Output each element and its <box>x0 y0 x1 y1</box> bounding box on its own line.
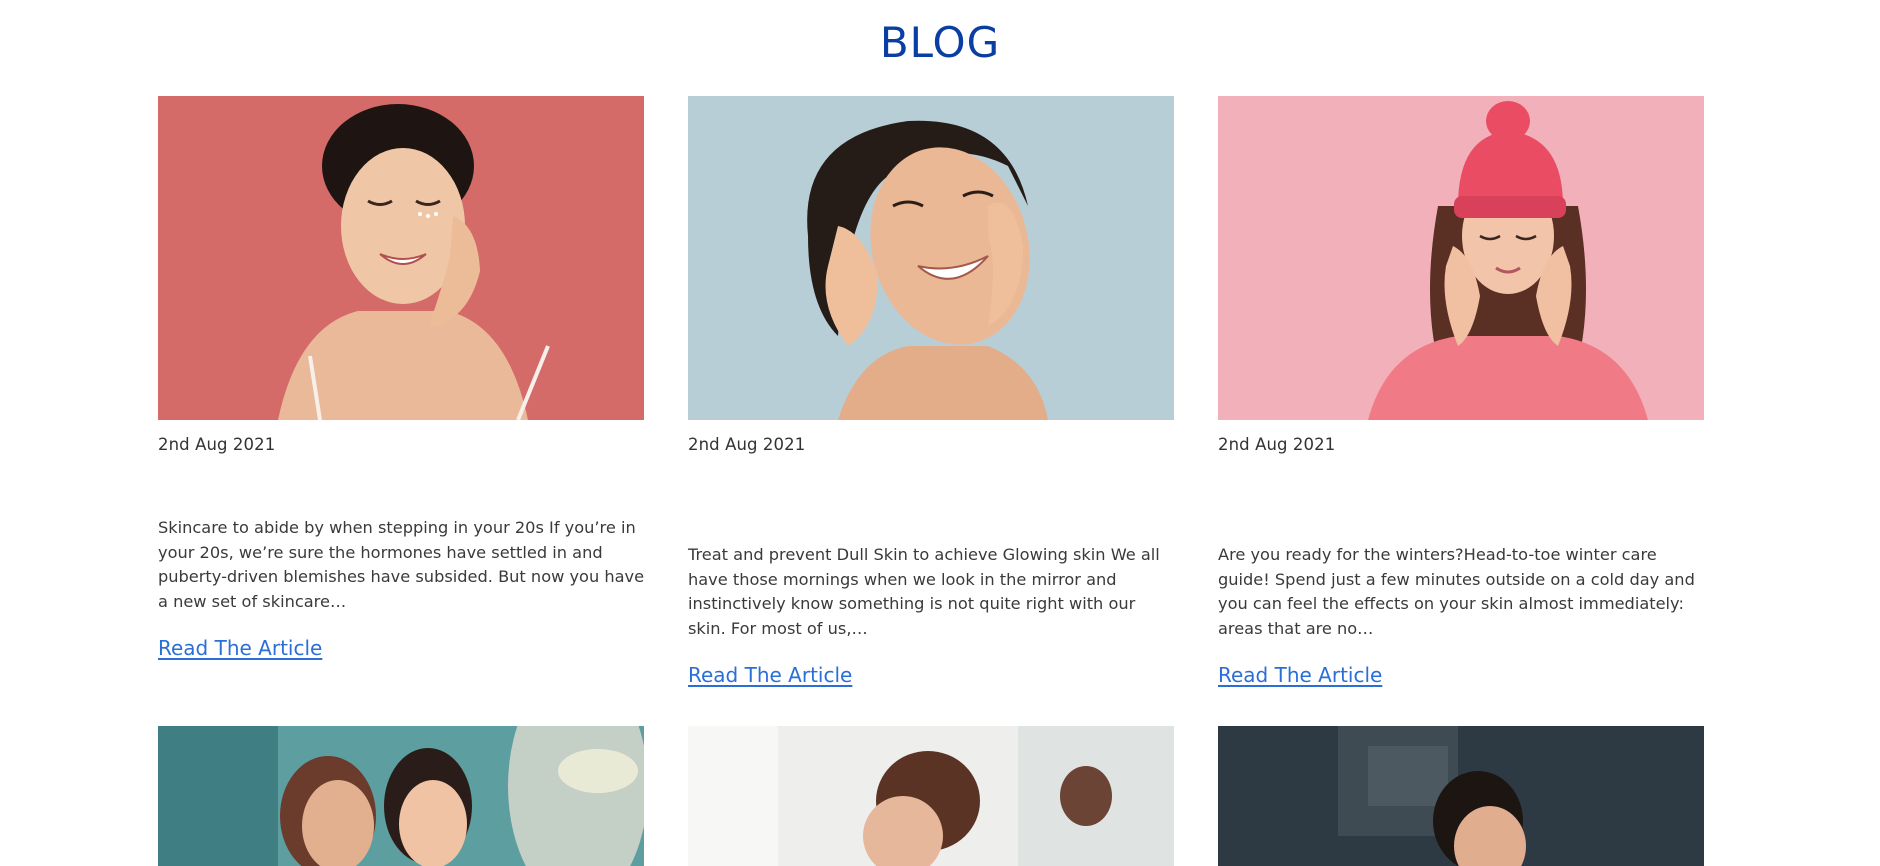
read-article-link-3[interactable]: Read The Article <box>1218 663 1382 687</box>
blog-card-image-3[interactable] <box>1218 96 1704 420</box>
post-date-1: 2nd Aug 2021 <box>158 435 276 454</box>
blog-card-image-1[interactable] <box>158 96 644 420</box>
blog-card-image-5[interactable] <box>688 726 1174 866</box>
blog-card-2 <box>688 96 1174 420</box>
post-excerpt-1: Skincare to abide by when stepping in yo… <box>158 518 645 611</box>
blog-page: BLOG 2nd Aug 2021 Skincare to abide by w… <box>0 0 1880 866</box>
post-excerpt-3: Are you ready for the winters?Head-to-to… <box>1218 545 1695 638</box>
blog-card-image-2[interactable] <box>688 96 1174 420</box>
blog-card-1 <box>158 96 644 420</box>
post-excerpt-2: Treat and prevent Dull Skin to achieve G… <box>688 545 1160 638</box>
blog-section-title: BLOG <box>879 18 1001 67</box>
blog-card-5 <box>688 726 1174 866</box>
blog-card-3 <box>1218 96 1704 420</box>
blog-card-6 <box>1218 726 1704 866</box>
read-article-link-1[interactable]: Read The Article <box>158 636 322 660</box>
read-article-link-2[interactable]: Read The Article <box>688 663 852 687</box>
blog-card-image-6[interactable] <box>1218 726 1704 866</box>
post-date-2: 2nd Aug 2021 <box>688 435 806 454</box>
post-date-3: 2nd Aug 2021 <box>1218 435 1336 454</box>
blog-card-4 <box>158 726 644 866</box>
blog-card-image-4[interactable] <box>158 726 644 866</box>
